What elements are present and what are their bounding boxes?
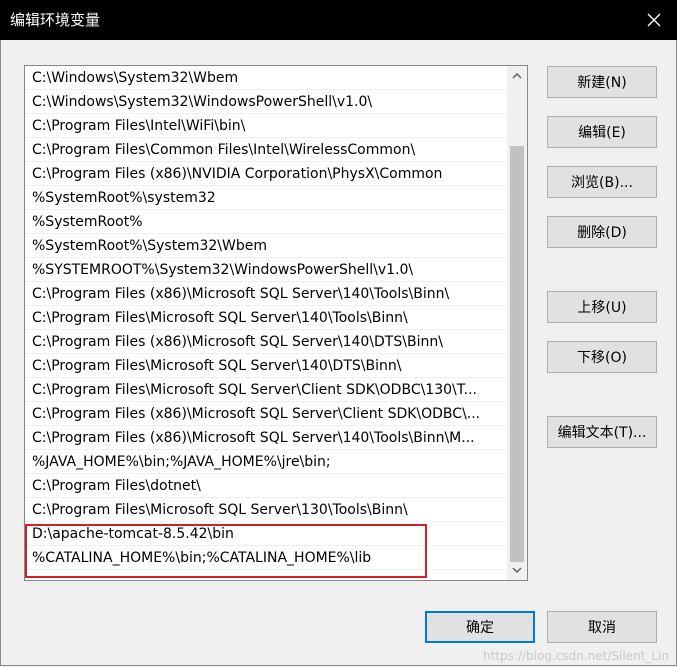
path-list-item[interactable]: %JAVA_HOME%\bin;%JAVA_HOME%\jre\bin; xyxy=(25,450,507,474)
chevron-up-icon xyxy=(512,73,522,79)
path-list-item[interactable]: C:\Program Files\Intel\WiFi\bin\ xyxy=(25,114,507,138)
path-list-item[interactable]: C:\Windows\System32\WindowsPowerShell\v1… xyxy=(25,90,507,114)
path-list-item[interactable]: C:\Program Files (x86)\Microsoft SQL Ser… xyxy=(25,282,507,306)
path-listbox[interactable]: C:\Windows\System32\Wbem C:\Windows\Syste… xyxy=(24,65,528,581)
path-list-item[interactable]: %CATALINA_HOME%\bin;%CATALINA_HOME%\lib xyxy=(25,546,507,570)
watermark: https://blog.csdn.net/Silent_Lin xyxy=(483,649,669,663)
path-list-item[interactable]: C:\Program Files (x86)\Microsoft SQL Ser… xyxy=(25,330,507,354)
scroll-down-button[interactable] xyxy=(507,560,527,580)
edit-button[interactable]: 编辑(E) xyxy=(547,116,657,148)
path-list-item[interactable]: %SYSTEMROOT%\System32\WindowsPowerShell\… xyxy=(25,258,507,282)
scrollbar-thumb[interactable] xyxy=(510,146,524,562)
path-list-item[interactable]: C:\Program Files\Microsoft SQL Server\13… xyxy=(25,498,507,522)
close-icon xyxy=(647,13,661,27)
path-list-item[interactable]: C:\Program Files\dotnet\ xyxy=(25,474,507,498)
vertical-scrollbar[interactable] xyxy=(507,66,527,580)
window-title: 编辑环境变量 xyxy=(10,11,101,29)
ok-button[interactable]: 确定 xyxy=(425,611,535,643)
path-list-item[interactable]: C:\Program Files\Microsoft SQL Server\14… xyxy=(25,354,507,378)
chevron-down-icon xyxy=(512,567,522,573)
path-list-item[interactable]: C:\Windows\System32\Wbem xyxy=(25,66,507,90)
cancel-button[interactable]: 取消 xyxy=(547,611,657,643)
move-up-button[interactable]: 上移(U) xyxy=(547,291,657,323)
close-button[interactable] xyxy=(631,0,677,40)
new-button[interactable]: 新建(N) xyxy=(547,66,657,98)
path-list[interactable]: C:\Windows\System32\Wbem C:\Windows\Syste… xyxy=(25,66,507,580)
browse-button[interactable]: 浏览(B)... xyxy=(547,166,657,198)
delete-button[interactable]: 删除(D) xyxy=(547,216,657,248)
path-list-item[interactable]: C:\Program Files\Microsoft SQL Server\14… xyxy=(25,306,507,330)
move-down-button[interactable]: 下移(O) xyxy=(547,341,657,373)
path-list-item[interactable]: %SystemRoot%\system32 xyxy=(25,186,507,210)
path-list-item[interactable]: C:\Program Files (x86)\Microsoft SQL Ser… xyxy=(25,402,507,426)
scroll-up-button[interactable] xyxy=(507,66,527,86)
path-list-item[interactable]: C:\Program Files\Microsoft SQL Server\Cl… xyxy=(25,378,507,402)
path-list-item[interactable]: D:\apache-tomcat-8.5.42\bin xyxy=(25,522,507,546)
path-list-item[interactable]: C:\Program Files (x86)\NVIDIA Corporatio… xyxy=(25,162,507,186)
path-list-item[interactable]: %SystemRoot% xyxy=(25,210,507,234)
edit-text-button[interactable]: 编辑文本(T)... xyxy=(547,416,657,448)
path-list-item[interactable]: %SystemRoot%\System32\Wbem xyxy=(25,234,507,258)
title-bar: 编辑环境变量 xyxy=(0,0,677,40)
path-list-item[interactable]: C:\Program Files\Common Files\Intel\Wire… xyxy=(25,138,507,162)
path-list-item[interactable]: C:\Program Files (x86)\Microsoft SQL Ser… xyxy=(25,426,507,450)
